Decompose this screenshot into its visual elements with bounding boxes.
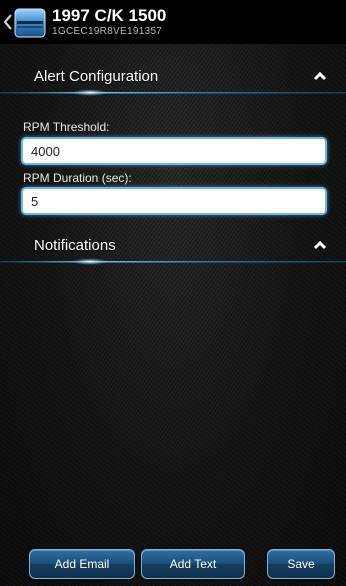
notifications-header[interactable]: Notifications [0,227,346,265]
rpm-threshold-input[interactable] [21,137,327,165]
collapse-chevron-up-icon[interactable] [312,239,328,251]
notifications-title: Notifications [34,237,116,254]
section-divider-glow [0,258,346,265]
add-text-button[interactable]: Add Text [141,549,245,579]
vehicle-app-icon[interactable] [14,8,46,38]
vehicle-title: 1997 C/K 1500 [52,6,167,25]
rpm-duration-label: RPM Duration (sec): [23,171,132,185]
app-header: 1997 C/K 1500 1GCEC19R8VE191357 [0,0,346,44]
collapse-chevron-up-icon[interactable] [312,70,328,82]
rpm-duration-input[interactable] [21,187,327,215]
alert-configuration-header[interactable]: Alert Configuration [0,58,346,96]
alert-configuration-title: Alert Configuration [34,68,159,85]
section-divider-glow [0,89,346,96]
add-email-button[interactable]: Add Email [29,549,135,579]
vehicle-vin: 1GCEC19R8VE191357 [52,26,163,37]
save-button[interactable]: Save [267,549,335,579]
rpm-threshold-label: RPM Threshold: [23,120,110,134]
back-chevron-icon[interactable] [2,12,14,32]
